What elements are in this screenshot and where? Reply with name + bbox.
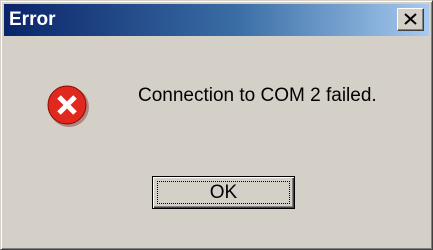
error-dialog: Error Connection to COM 2 failed. OK bbox=[0, 0, 433, 250]
error-message: Connection to COM 2 failed. bbox=[138, 85, 377, 106]
close-button[interactable] bbox=[397, 8, 424, 31]
window-title: Error bbox=[9, 9, 56, 30]
ok-button-label: OK bbox=[209, 182, 238, 203]
error-icon bbox=[47, 85, 89, 127]
close-icon bbox=[404, 13, 417, 25]
title-bar[interactable]: Error bbox=[4, 4, 429, 36]
ok-button[interactable]: OK bbox=[152, 176, 295, 209]
